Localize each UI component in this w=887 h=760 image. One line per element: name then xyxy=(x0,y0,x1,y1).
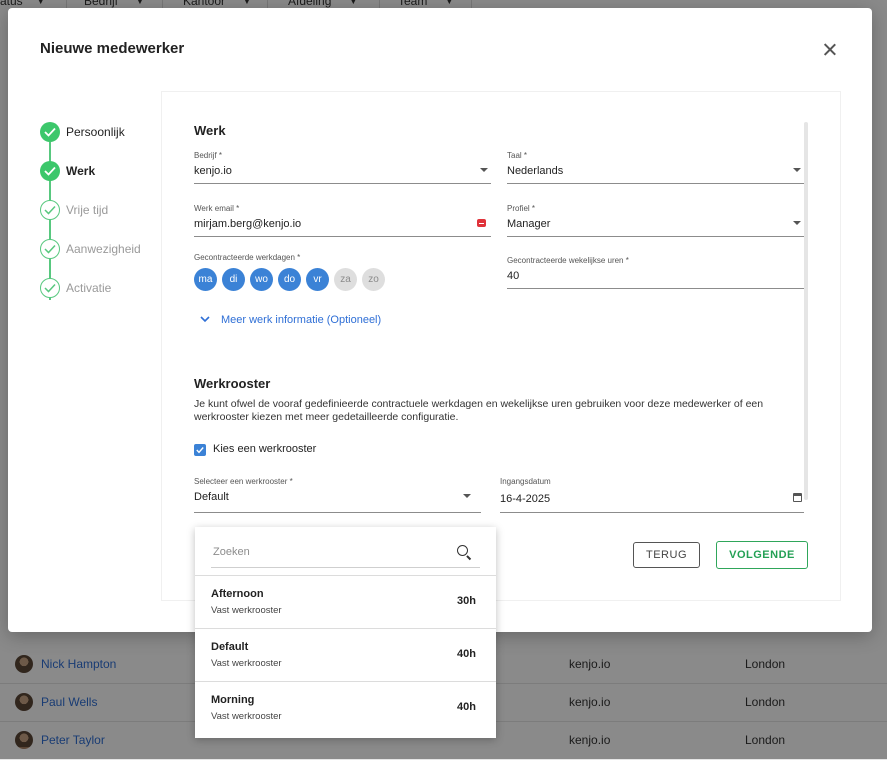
error-icon xyxy=(477,219,486,227)
day-toggle-di[interactable]: di xyxy=(222,268,245,291)
option-hours: 30h xyxy=(457,595,476,607)
form-panel: Werk Bedrijf * kenjo.io Taal * Nederland… xyxy=(162,92,840,600)
check-icon xyxy=(40,161,60,181)
search-field xyxy=(211,539,480,568)
more-work-info-link[interactable]: Meer werk informatie (Optioneel) xyxy=(221,314,381,326)
back-button[interactable]: TERUG xyxy=(633,542,700,568)
schedule-option-default[interactable]: Default Vast werkrooster 40h xyxy=(195,629,496,681)
schedule-dropdown: Afternoon Vast werkrooster 30h Default V… xyxy=(195,527,496,738)
check-icon xyxy=(196,447,204,454)
check-outline-icon xyxy=(40,239,60,259)
close-icon[interactable] xyxy=(820,40,840,60)
schedule-option-morning[interactable]: Morning Vast werkrooster 40h xyxy=(195,682,496,734)
start-date-field[interactable]: Ingangsdatum 16-4-2025 xyxy=(500,477,804,513)
field-value: kenjo.io xyxy=(194,165,232,177)
calendar-icon[interactable] xyxy=(793,493,802,502)
field-label: Taal * xyxy=(507,151,528,160)
next-button[interactable]: VOLGENDE xyxy=(716,541,808,569)
option-type: Vast werkrooster xyxy=(211,658,282,669)
field-value: 16-4-2025 xyxy=(500,493,551,505)
workdays-label: Gecontracteerde werkdagen * xyxy=(194,253,301,262)
field-label: Gecontracteerde wekelijkse uren * xyxy=(507,256,629,265)
weekly-hours-field[interactable]: Gecontracteerde wekelijkse uren * 40 xyxy=(507,256,804,289)
profile-select[interactable]: Profiel * Manager xyxy=(507,204,804,237)
option-name: Morning xyxy=(211,694,255,706)
step-label: Aanwezigheid xyxy=(66,242,141,256)
dialog-title: Nieuwe medewerker xyxy=(40,40,185,57)
werkrooster-description: Je kunt ofwel de vooraf gedefinieerde co… xyxy=(194,398,764,423)
schedule-select[interactable]: Selecteer een werkrooster * Default xyxy=(194,477,481,513)
step-label: Persoonlijk xyxy=(66,125,125,139)
field-value: 40 xyxy=(507,270,520,282)
day-toggle-ma[interactable]: ma xyxy=(194,268,217,291)
check-outline-icon xyxy=(40,200,60,220)
language-select[interactable]: Taal * Nederlands xyxy=(507,151,804,184)
option-hours: 40h xyxy=(457,701,476,713)
day-toggle-zo[interactable]: zo xyxy=(362,268,385,291)
day-toggle-vr[interactable]: vr xyxy=(306,268,329,291)
field-label: Bedrijf * xyxy=(194,151,223,160)
day-toggle-do[interactable]: do xyxy=(278,268,301,291)
check-icon xyxy=(40,122,60,142)
field-value: Nederlands xyxy=(507,165,564,177)
section-title-werkrooster: Werkrooster xyxy=(194,376,271,391)
chevron-down-icon[interactable] xyxy=(200,316,210,323)
chevron-down-icon xyxy=(480,168,488,172)
choose-schedule-label: Kies een werkrooster xyxy=(213,443,317,455)
option-name: Default xyxy=(211,641,249,653)
option-type: Vast werkrooster xyxy=(211,711,282,722)
step-label: Vrije tijd xyxy=(66,203,109,217)
schedule-option-afternoon[interactable]: Afternoon Vast werkrooster 30h xyxy=(195,576,496,628)
option-name: Afternoon xyxy=(211,588,264,600)
field-label: Profiel * xyxy=(507,204,536,213)
field-value: Default xyxy=(194,491,229,503)
workdays-selector: ma di wo do vr za zo xyxy=(194,268,385,291)
chevron-down-icon xyxy=(793,168,801,172)
scrollbar[interactable] xyxy=(804,122,808,500)
check-outline-icon xyxy=(40,278,60,298)
field-label: Selecteer een werkrooster * xyxy=(194,477,293,486)
step-label: Activatie xyxy=(66,281,112,295)
option-type: Vast werkrooster xyxy=(211,605,282,616)
field-value: Manager xyxy=(507,218,551,230)
option-hours: 40h xyxy=(457,648,476,660)
section-title-werk: Werk xyxy=(194,123,226,138)
day-toggle-za[interactable]: za xyxy=(334,268,357,291)
field-label: Werk email * xyxy=(194,204,240,213)
field-value: mirjam.berg@kenjo.io xyxy=(194,218,302,230)
day-toggle-wo[interactable]: wo xyxy=(250,268,273,291)
step-label: Werk xyxy=(66,164,96,178)
search-icon[interactable] xyxy=(457,545,468,556)
choose-schedule-checkbox[interactable] xyxy=(194,444,206,456)
company-select[interactable]: Bedrijf * kenjo.io xyxy=(194,151,491,184)
work-email-field[interactable]: Werk email * mirjam.berg@kenjo.io xyxy=(194,204,491,237)
chevron-down-icon xyxy=(463,494,471,498)
chevron-down-icon xyxy=(793,221,801,225)
field-label: Ingangsdatum xyxy=(500,477,551,486)
search-input[interactable] xyxy=(211,539,445,565)
